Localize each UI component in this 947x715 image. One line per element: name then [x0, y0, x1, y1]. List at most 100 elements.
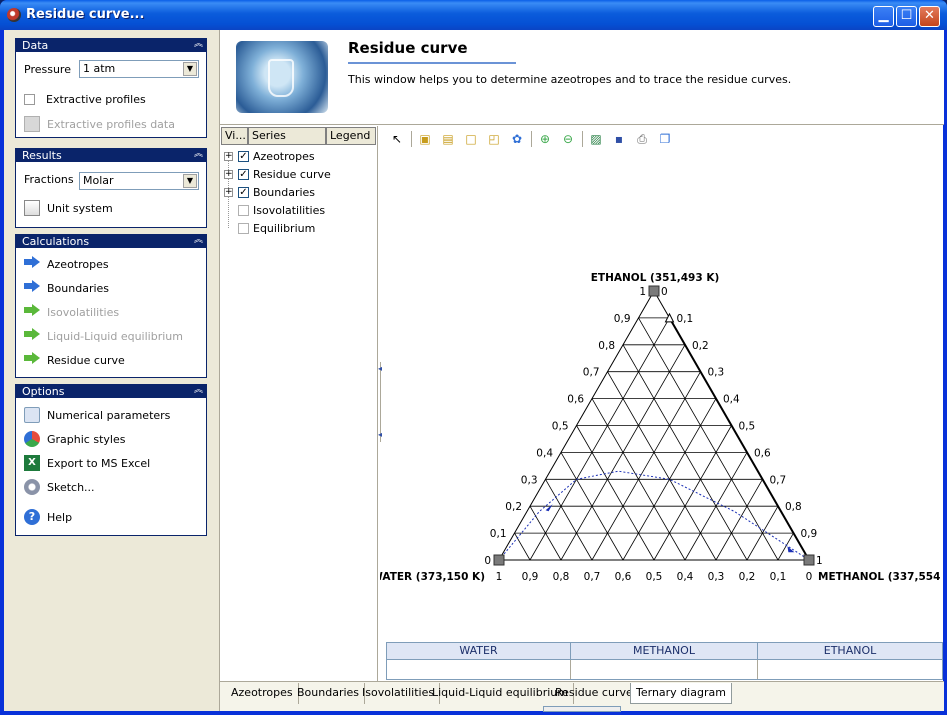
expand-icon[interactable]: + [224, 169, 233, 179]
composition-table[interactable]: WATER METHANOL ETHANOL [386, 642, 943, 680]
left-tick-label: 0,9 [614, 313, 631, 325]
calc-lle[interactable]: Liquid-Liquid equilibrium [24, 327, 183, 345]
print-icon[interactable]: ⎙ [633, 130, 651, 148]
column-series[interactable]: Series [248, 127, 326, 145]
tab-residue-curve[interactable]: Residue curve [550, 683, 639, 704]
pointer-icon[interactable]: ↖ [388, 130, 406, 148]
main-area: Residue curve This window helps you to d… [219, 30, 944, 712]
checkbox-checked[interactable]: ✓ [238, 150, 249, 162]
results-pane-header[interactable]: Results ︽ [16, 149, 206, 162]
grid-line [576, 425, 655, 561]
zoom-horizontal-icon[interactable]: ▤ [439, 130, 457, 148]
zoom-out-icon[interactable]: ⊖ [559, 130, 577, 148]
opt-help[interactable]: ? Help [24, 508, 72, 526]
col-water[interactable]: WATER [387, 643, 571, 660]
data-pane: Data ︽ Pressure 1 atm ▼ Extractive profi… [15, 38, 207, 138]
title-bar[interactable]: Residue curve... ▁ ☐ ✕ [0, 0, 947, 30]
excel-icon: X [24, 455, 40, 471]
left-tick-label: 0,1 [490, 528, 507, 540]
collapse-icon[interactable]: ︽ [193, 386, 204, 397]
extractive-profiles-checkbox[interactable] [24, 93, 35, 105]
zoom-box-icon[interactable]: ▣ [416, 130, 434, 148]
boundary-line [668, 317, 810, 561]
calc-residue-curve-label: Residue curve [47, 353, 125, 367]
collapse-icon[interactable]: ︽ [193, 40, 204, 51]
collapse-icon[interactable]: ︽ [193, 236, 204, 247]
options-pane-title: Options [22, 385, 65, 398]
toolbar-separator [531, 131, 532, 147]
chevron-down-icon[interactable]: ▼ [183, 174, 197, 188]
chart-toolbar: ↖ ▣ ▤ □ ◰ ✿ ⊕ ⊖ ▨ ▪ ⎙ ❐ [388, 128, 679, 150]
calc-residue-curve[interactable]: Residue curve [24, 351, 125, 369]
unit-system-label: Unit system [47, 201, 113, 215]
gear-icon [24, 479, 40, 495]
ternary-diagram[interactable]: 00,10,20,30,40,50,60,70,80,91 00,10,20,30… [380, 150, 944, 640]
col-ethanol[interactable]: ETHANOL [758, 643, 942, 660]
window-title: Residue curve... [26, 7, 145, 22]
palette-icon[interactable]: ✿ [508, 130, 526, 148]
cell-water[interactable] [387, 660, 571, 679]
unit-system-row[interactable]: Unit system [24, 199, 113, 217]
close-button[interactable]: ✕ [919, 6, 940, 27]
data-pane-header[interactable]: Data ︽ [16, 39, 206, 52]
col-methanol[interactable]: METHANOL [571, 643, 758, 660]
calc-boundaries[interactable]: Boundaries [24, 279, 109, 297]
zoom-frame-icon[interactable]: □ [462, 130, 480, 148]
minimize-button[interactable]: ▁ [873, 6, 894, 27]
tree-item-boundaries[interactable]: + ✓ Boundaries [224, 183, 315, 201]
cell-ethanol[interactable] [758, 660, 942, 679]
tree-item-equilibrium[interactable]: Equilibrium [238, 219, 315, 237]
options-pane-header[interactable]: Options ︽ [16, 385, 206, 398]
zoom-in-icon[interactable]: ⊕ [536, 130, 554, 148]
opt-export-excel-label: Export to MS Excel [47, 456, 151, 470]
checkbox-checked[interactable]: ✓ [238, 168, 249, 180]
zoom-fit-icon[interactable]: ◰ [485, 130, 503, 148]
tree-item-isovolatilities[interactable]: Isovolatilities [238, 201, 325, 219]
column-legend[interactable]: Legend [326, 127, 376, 145]
data-pane-title: Data [22, 39, 49, 52]
document-icon [24, 116, 40, 132]
right-tick-label: 1 [816, 555, 823, 567]
chart-icon[interactable]: ▨ [587, 130, 605, 148]
collapse-icon[interactable]: ︽ [193, 150, 204, 161]
tab-ternary-diagram[interactable]: Ternary diagram [630, 683, 732, 704]
extractive-profiles-data-row[interactable]: Extractive profiles data [24, 115, 175, 133]
expand-icon[interactable]: + [224, 187, 233, 197]
arrow-right-icon [24, 280, 40, 296]
save-icon[interactable]: ▪ [610, 130, 628, 148]
methanol-vertex-label: METHANOL (337,554 K) [818, 571, 944, 583]
opt-export-excel[interactable]: X Export to MS Excel [24, 454, 150, 472]
opt-graphic-styles[interactable]: Graphic styles [24, 430, 125, 448]
calc-isovolatilities[interactable]: Isovolatilities [24, 303, 119, 321]
checkbox-unchecked[interactable] [238, 222, 249, 234]
chevron-down-icon[interactable]: ▼ [183, 62, 197, 76]
tree-item-label: Equilibrium [253, 221, 316, 235]
arrow-right-icon [24, 328, 40, 344]
expand-icon[interactable]: + [224, 151, 233, 161]
right-tick-label: 0,3 [708, 367, 725, 379]
column-visible[interactable]: Vi... [221, 127, 248, 145]
checkbox-unchecked[interactable] [238, 204, 249, 216]
opt-numerical-parameters[interactable]: Numerical parameters [24, 406, 170, 424]
ethanol-vertex-label: ETHANOL (351,493 K) [591, 272, 720, 284]
tab-boundaries[interactable]: Boundaries [292, 683, 366, 704]
grid-line [715, 479, 763, 561]
calculations-pane-header[interactable]: Calculations ︽ [16, 235, 206, 248]
tree-item-azeotropes[interactable]: + ✓ Azeotropes [224, 147, 315, 165]
maximize-button[interactable]: ☐ [896, 6, 917, 27]
water-vertex-marker [493, 554, 505, 566]
table-row[interactable] [387, 660, 942, 679]
tree-item-residue-curve[interactable]: + ✓ Residue curve [224, 165, 331, 183]
checkbox-checked[interactable]: ✓ [238, 186, 249, 198]
copy-icon[interactable]: ❐ [656, 130, 674, 148]
tab-scrollbar[interactable] [543, 706, 621, 712]
cell-methanol[interactable] [571, 660, 758, 679]
pressure-select[interactable]: 1 atm ▼ [79, 60, 199, 78]
fractions-select[interactable]: Molar ▼ [79, 172, 199, 190]
tab-azeotropes[interactable]: Azeotropes [226, 683, 299, 704]
bottom-tick-label: 0,8 [553, 571, 570, 583]
extractive-profiles-row[interactable]: Extractive profiles [24, 90, 146, 108]
opt-sketch[interactable]: Sketch... [24, 478, 95, 496]
calc-azeotropes[interactable]: Azeotropes [24, 255, 109, 273]
fractions-label: Fractions [24, 172, 74, 186]
